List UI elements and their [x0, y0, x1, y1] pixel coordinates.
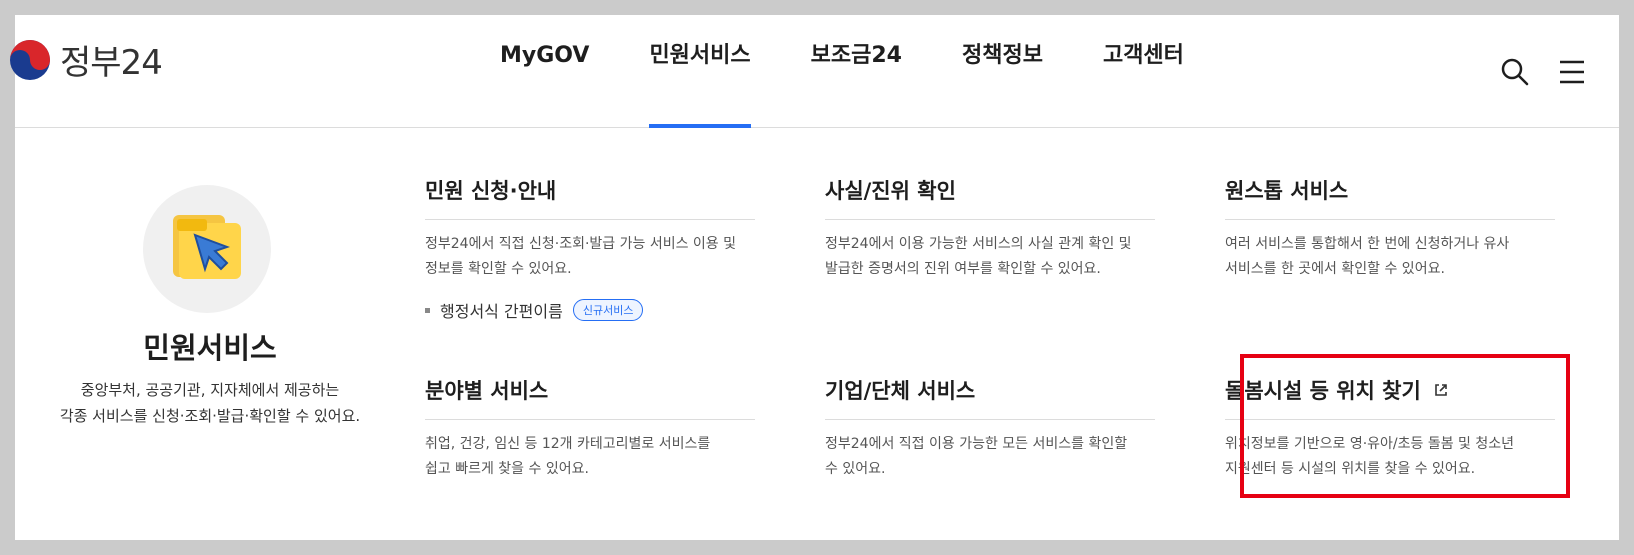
- bullet-icon: [425, 307, 430, 313]
- desc-line: 정부24에서 직접 이용 가능한 모든 서비스를 확인할: [825, 436, 1128, 452]
- service-intro-panel: 민원서비스 중앙부처, 공공기관, 지자체에서 제공하는 각종 서비스를 신청·…: [15, 127, 405, 540]
- folder-illustration: [143, 185, 271, 313]
- logo[interactable]: 정부24: [8, 35, 163, 84]
- desc-line: 정부24에서 직접 신청·조회·발급 가능 서비스 이용 및: [425, 236, 737, 252]
- card-title-fact-check[interactable]: 사실/진위 확인: [825, 175, 1155, 220]
- desc-line: 수 있어요.: [825, 461, 886, 477]
- nav-mygov[interactable]: MyGOV: [470, 15, 619, 127]
- nav-customer-center[interactable]: 고객센터: [1073, 15, 1214, 127]
- card-title-by-field[interactable]: 분야별 서비스: [425, 375, 755, 420]
- highlight-annotation-box: [1240, 354, 1570, 498]
- desc-line: 여러 서비스를 통합해서 한 번에 신청하거나 유사: [1225, 236, 1510, 252]
- card-by-field: 분야별 서비스 취업, 건강, 임신 등 12개 카테고리별로 서비스를 쉽고 …: [425, 375, 755, 482]
- taegeuk-logo-icon: [10, 39, 50, 80]
- panel-desc-line1: 중앙부처, 공공기관, 지자체에서 제공하는: [80, 381, 340, 399]
- easy-form-link[interactable]: 행정서식 간편이름 신규서비스: [425, 298, 755, 322]
- main-nav: MyGOV 민원서비스 보조금24 정책정보 고객센터: [470, 15, 1214, 128]
- card-title-civil-application[interactable]: 민원 신청·안내: [425, 175, 755, 220]
- panel-desc-line2: 각종 서비스를 신청·조회·발급·확인할 수 있어요.: [59, 407, 361, 425]
- nav-civil-services[interactable]: 민원서비스: [619, 15, 780, 128]
- nav-policy-info[interactable]: 정책정보: [932, 15, 1073, 127]
- desc-line: 쉽고 빠르게 찾을 수 있어요.: [425, 461, 589, 477]
- logo-text: 정부24: [60, 43, 163, 83]
- card-title-business-org[interactable]: 기업/단체 서비스: [825, 375, 1155, 420]
- card-desc: 여러 서비스를 통합해서 한 번에 신청하거나 유사 서비스를 한 곳에서 확인…: [1225, 232, 1555, 282]
- card-desc: 정부24에서 이용 가능한 서비스의 사실 관계 확인 및 발급한 증명서의 진…: [825, 232, 1155, 282]
- card-civil-application: 민원 신청·안내 정부24에서 직접 신청·조회·발급 가능 서비스 이용 및 …: [425, 175, 755, 322]
- card-title-one-stop[interactable]: 원스톱 서비스: [1225, 175, 1555, 220]
- nav-subsidy24[interactable]: 보조금24: [781, 15, 932, 127]
- search-icon[interactable]: [1500, 57, 1530, 87]
- card-one-stop: 원스톱 서비스 여러 서비스를 통합해서 한 번에 신청하거나 유사 서비스를 …: [1225, 175, 1555, 282]
- card-business-org: 기업/단체 서비스 정부24에서 직접 이용 가능한 모든 서비스를 확인할 수…: [825, 375, 1155, 482]
- desc-line: 정보를 확인할 수 있어요.: [425, 261, 572, 277]
- panel-title: 민원서비스: [143, 331, 277, 365]
- desc-line: 정부24에서 이용 가능한 서비스의 사실 관계 확인 및: [825, 236, 1132, 252]
- desc-line: 취업, 건강, 임신 등 12개 카테고리별로 서비스를: [425, 436, 711, 452]
- page-frame: 정부24 MyGOV 민원서비스 보조금24 정책정보 고객센터 민원서비스 중…: [10, 15, 1619, 540]
- header: 정부24 MyGOV 민원서비스 보조금24 정책정보 고객센터: [10, 15, 1619, 128]
- hamburger-menu-icon[interactable]: [1557, 57, 1587, 87]
- card-fact-check: 사실/진위 확인 정부24에서 이용 가능한 서비스의 사실 관계 확인 및 발…: [825, 175, 1155, 282]
- desc-line: 서비스를 한 곳에서 확인할 수 있어요.: [1225, 261, 1445, 277]
- new-service-badge: 신규서비스: [572, 299, 644, 321]
- easy-form-link-label: 행정서식 간편이름: [440, 302, 563, 321]
- card-desc: 취업, 건강, 임신 등 12개 카테고리별로 서비스를 쉽고 빠르게 찾을 수…: [425, 432, 755, 482]
- panel-description: 중앙부처, 공공기관, 지자체에서 제공하는 각종 서비스를 신청·조회·발급·…: [15, 377, 405, 429]
- folder-cursor-icon: [173, 215, 241, 279]
- card-desc: 정부24에서 직접 이용 가능한 모든 서비스를 확인할 수 있어요.: [825, 432, 1155, 482]
- desc-line: 발급한 증명서의 진위 여부를 확인할 수 있어요.: [825, 261, 1101, 277]
- card-desc: 정부24에서 직접 신청·조회·발급 가능 서비스 이용 및 정보를 확인할 수…: [425, 232, 755, 282]
